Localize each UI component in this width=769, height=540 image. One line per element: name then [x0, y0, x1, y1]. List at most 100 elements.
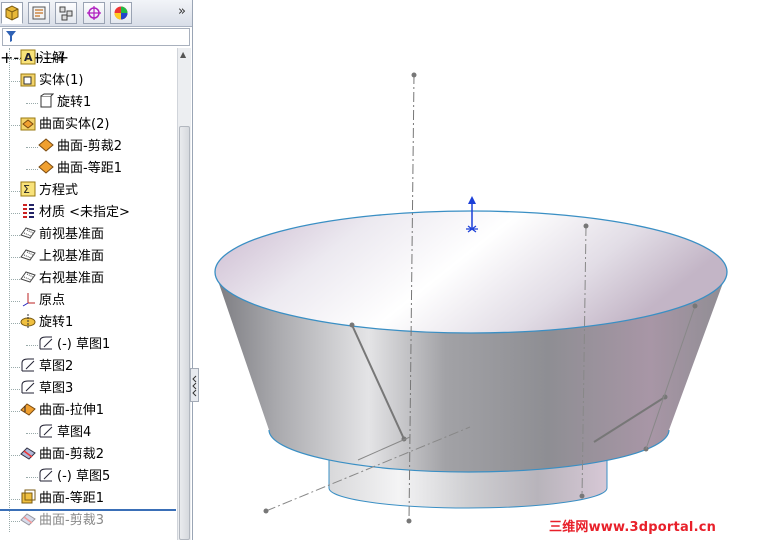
annotation-icon: A [20, 49, 36, 65]
tree-connector [9, 235, 20, 236]
surface-icon [38, 160, 54, 174]
tree-connector [9, 279, 20, 280]
tree-item[interactable]: 上视基准面 [20, 246, 104, 268]
tree-item-label: 材质 <未指定> [39, 205, 130, 220]
surface-body-folder-icon [20, 117, 36, 131]
tree-item[interactable]: 旋转1 [38, 92, 91, 114]
filter-icon [6, 31, 16, 42]
collapse-panel-button[interactable]: » [178, 4, 186, 19]
tree-item[interactable]: Σ 方程式 [20, 180, 78, 202]
tree-item[interactable]: 曲面-剪裁2 [20, 444, 104, 466]
body-icon [40, 93, 54, 108]
tree-item[interactable]: 曲面-剪裁3 [20, 510, 104, 532]
surface-extrude-icon [20, 403, 36, 416]
tab-property-manager[interactable] [28, 2, 50, 24]
construction-point [583, 223, 589, 229]
tree-connector [26, 345, 38, 346]
tree-item[interactable]: A 注解 [20, 48, 65, 70]
surface-trim-icon [20, 513, 36, 526]
tab-dimxpert[interactable] [83, 2, 105, 24]
tree-scrollbar[interactable]: ▲ [177, 48, 191, 540]
tree-item-label: 曲面-等距1 [57, 161, 122, 176]
tree-item[interactable]: 旋转1 [20, 312, 73, 334]
tree-item[interactable]: 草图4 [38, 422, 91, 444]
tree-item[interactable]: 曲面-等距1 [20, 488, 104, 510]
expander-plus-icon[interactable]: + [0, 48, 13, 67]
axis-top-point [411, 72, 417, 78]
watermark: 三维网www.3dportal.cn [549, 520, 717, 535]
tree-item-label: 曲面-等距1 [39, 491, 104, 506]
tree-connector [9, 125, 20, 126]
tree-connector [26, 103, 38, 104]
origin-icon [22, 293, 35, 307]
tree-connector [9, 81, 20, 82]
tree-item-label: 注解 [39, 51, 66, 66]
tree-item[interactable]: 实体(1) [20, 70, 83, 92]
tree-item[interactable]: 草图2 [20, 356, 73, 378]
feature-manager-panel: » +A注解-实体(1)旋转1-曲面实体(2)曲面-剪裁2曲面-等距1Σ方程式材… [0, 0, 193, 540]
tree-connector [9, 301, 20, 302]
feature-manager-icon [5, 5, 19, 21]
tree-filter-input[interactable] [2, 28, 190, 46]
tree-item[interactable]: 曲面-等距1 [38, 158, 122, 180]
tree-connector [26, 169, 38, 170]
sketch-point [692, 303, 698, 309]
tree-item-label: 曲面-剪裁2 [57, 139, 122, 154]
tree-item[interactable]: 右视基准面 [20, 268, 104, 290]
tree-connector [9, 389, 20, 390]
surface-trim-icon [20, 447, 36, 460]
axis-bottom-point [406, 518, 412, 524]
tree-item[interactable]: 曲面-剪裁2 [38, 136, 122, 158]
tree-item[interactable]: (-) 草图1 [38, 334, 110, 356]
tree-item[interactable]: 曲面-拉伸1 [20, 400, 104, 422]
construction-point [579, 493, 585, 499]
sketch-icon [39, 336, 53, 350]
tree-item[interactable]: 曲面实体(2) [20, 114, 109, 136]
tree-connector [9, 59, 20, 60]
tree-item-label: 曲面-剪裁2 [39, 447, 104, 462]
plane-icon [20, 271, 36, 283]
tree-item-label: 草图4 [57, 425, 92, 440]
rollback-bar[interactable] [0, 509, 176, 511]
tree-connector [26, 477, 38, 478]
display-manager-icon [114, 6, 128, 20]
scroll-thumb[interactable] [179, 126, 190, 540]
tree-item-label: 草图2 [39, 359, 74, 374]
tree-connector [9, 499, 20, 500]
tree-connector [9, 455, 20, 456]
tree-connector [9, 367, 20, 368]
sketch-icon [39, 424, 53, 438]
tree-connector [9, 521, 20, 522]
tab-feature-manager[interactable] [1, 2, 23, 24]
feature-tree: +A注解-实体(1)旋转1-曲面实体(2)曲面-剪裁2曲面-等距1Σ方程式材质 … [0, 48, 176, 532]
tree-connector [9, 213, 20, 214]
tree-item[interactable]: 原点 [20, 290, 65, 312]
tree-item[interactable]: 草图3 [20, 378, 73, 400]
tab-configuration-manager[interactable] [55, 2, 77, 24]
plane-icon [20, 249, 36, 261]
tree-item-label: 草图3 [39, 381, 74, 396]
tree-item-label: (-) 草图1 [57, 337, 111, 352]
construction-point [263, 508, 269, 514]
tree-item[interactable]: (-) 草图5 [38, 466, 110, 488]
dimxpert-icon [87, 6, 101, 20]
tree-item-label: 曲面实体(2) [39, 117, 110, 132]
svg-text:A: A [24, 51, 33, 64]
tree-item-label: 曲面-拉伸1 [39, 403, 104, 418]
graphics-area[interactable] [193, 0, 769, 540]
sketch-icon [21, 358, 35, 372]
tree-item[interactable]: 材质 <未指定> [20, 202, 130, 224]
sketch-point [349, 322, 355, 328]
tab-display-manager[interactable] [110, 2, 132, 24]
tree-connector [9, 411, 20, 412]
surface-icon [38, 138, 54, 152]
tree-item-label: 右视基准面 [39, 271, 105, 286]
scroll-up-arrow-icon[interactable]: ▲ [180, 50, 186, 59]
tree-item-label: 上视基准面 [39, 249, 105, 264]
tree-item-label: 旋转1 [57, 95, 92, 110]
tree-connector [9, 257, 20, 258]
solid-body-folder-icon [20, 73, 36, 87]
sketch-icon [21, 380, 35, 394]
origin-arrow-icon [468, 196, 476, 204]
tree-item[interactable]: 前视基准面 [20, 224, 104, 246]
